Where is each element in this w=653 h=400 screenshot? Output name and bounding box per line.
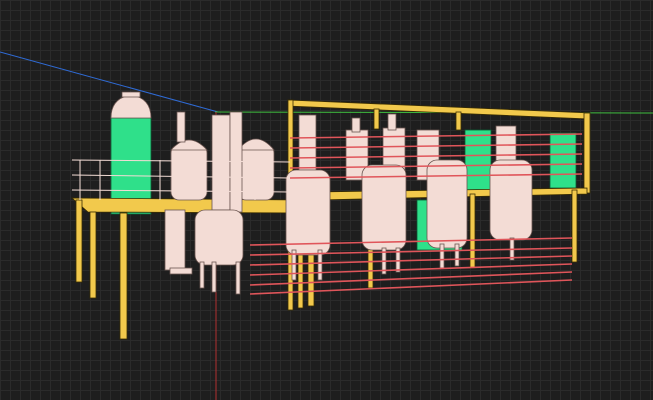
axis-blue-line [0,51,219,113]
plant-model-scene[interactable] [0,0,653,400]
tower-vessel [110,91,152,119]
3d-viewport[interactable] [0,0,653,400]
left-deck-frame [70,197,318,340]
